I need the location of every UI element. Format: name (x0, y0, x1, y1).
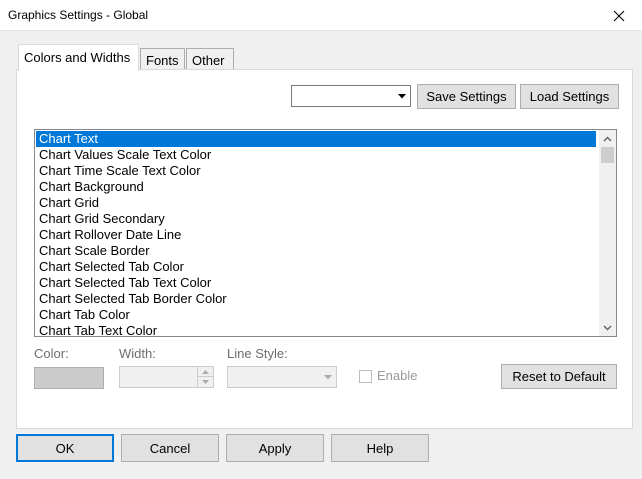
list-item[interactable]: Chart Values Scale Text Color (36, 147, 596, 163)
color-swatch-button[interactable] (34, 367, 104, 389)
line-style-label: Line Style: (227, 346, 288, 361)
list-item[interactable]: Chart Grid Secondary (36, 211, 596, 227)
close-icon (613, 10, 625, 21)
list-item[interactable]: Chart Rollover Date Line (36, 227, 596, 243)
list-item[interactable]: Chart Selected Tab Text Color (36, 275, 596, 291)
list-item[interactable]: Chart Selected Tab Border Color (36, 291, 596, 307)
width-label: Width: (119, 346, 156, 361)
cancel-button[interactable]: Cancel (121, 434, 219, 462)
tab-label: Fonts (146, 53, 179, 68)
ok-label: OK (55, 440, 75, 456)
list-item[interactable]: Chart Tab Color (36, 307, 596, 323)
title-bar: Graphics Settings - Global (0, 0, 642, 31)
stepper-down-button[interactable] (198, 377, 213, 387)
stepper-up-button[interactable] (198, 367, 213, 377)
load-settings-label: Load Settings (529, 89, 610, 104)
caret-up-icon (202, 369, 209, 374)
tab-panel: Save Settings Load Settings Chart Text C… (16, 69, 633, 429)
element-list[interactable]: Chart Text Chart Values Scale Text Color… (34, 129, 617, 337)
list-item[interactable]: Chart Tab Text Color (36, 323, 596, 336)
caret-down-icon (202, 380, 209, 384)
scroll-thumb[interactable] (601, 147, 614, 163)
scroll-down-button[interactable] (599, 319, 616, 336)
list-item[interactable]: Chart Time Scale Text Color (36, 163, 596, 179)
list-item[interactable]: Chart Selected Tab Color (36, 259, 596, 275)
help-button[interactable]: Help (331, 434, 429, 462)
stepper-buttons (197, 367, 213, 387)
chevron-down-icon (393, 86, 410, 106)
cancel-label: Cancel (149, 440, 191, 456)
tab-fonts[interactable]: Fonts (140, 48, 185, 70)
window-title: Graphics Settings - Global (8, 8, 149, 22)
chevron-down-icon (603, 325, 612, 330)
list-item[interactable]: Chart Scale Border (36, 243, 596, 259)
enable-checkbox[interactable] (359, 370, 372, 383)
tab-label: Other (192, 53, 225, 68)
enable-label: Enable (377, 368, 418, 383)
reset-to-default-button[interactable]: Reset to Default (501, 364, 617, 389)
width-stepper[interactable] (119, 366, 214, 388)
help-label: Help (366, 440, 394, 456)
color-label: Color: (34, 346, 69, 361)
tab-colors-and-widths[interactable]: Colors and Widths (18, 44, 139, 71)
chevron-up-icon (603, 136, 612, 141)
ok-button[interactable]: OK (16, 434, 114, 462)
save-settings-button[interactable]: Save Settings (417, 84, 516, 109)
save-settings-label: Save Settings (426, 89, 507, 104)
tab-label: Colors and Widths (24, 50, 131, 65)
scroll-up-button[interactable] (599, 130, 616, 147)
chevron-down-icon (319, 367, 336, 387)
list-item[interactable]: Chart Grid (36, 195, 596, 211)
reset-to-default-label: Reset to Default (512, 369, 606, 384)
settings-combo[interactable] (291, 85, 411, 107)
tab-other[interactable]: Other (186, 48, 234, 70)
list-item[interactable]: Chart Text (36, 131, 596, 147)
load-settings-button[interactable]: Load Settings (520, 84, 619, 109)
apply-label: Apply (258, 440, 292, 456)
vertical-scrollbar[interactable] (599, 130, 616, 336)
close-button[interactable] (596, 0, 642, 31)
apply-button[interactable]: Apply (226, 434, 324, 462)
line-style-combo[interactable] (227, 366, 337, 388)
list-item[interactable]: Chart Background (36, 179, 596, 195)
